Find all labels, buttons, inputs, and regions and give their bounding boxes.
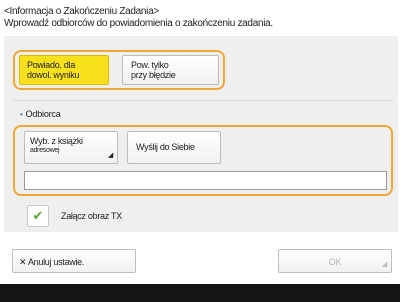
section-divider [13, 100, 393, 101]
address-book-button[interactable]: Wyb. z książki adresowej ◢ [24, 131, 118, 164]
recipient-section-label: • Odbiorca [20, 109, 61, 119]
close-icon: ✕ [19, 257, 27, 267]
notify-on-error-only-button[interactable]: Pow. tylko przy błędzie [122, 55, 219, 85]
page-instruction: Wprowadź odbiorców do powiadomienia o za… [4, 18, 273, 29]
ok-label: OK [328, 257, 342, 267]
notify-on-error-line1: Pow. tylko [131, 60, 169, 70]
ok-button[interactable]: OK ◢ [278, 249, 392, 273]
attach-image-checkbox[interactable]: ✔ [27, 205, 49, 227]
notify-on-any-result-button[interactable]: Powiado. dla dowol. wyniku [19, 55, 109, 85]
bullet-icon: • [20, 110, 23, 119]
notify-on-any-result-line1: Powiado. dla [27, 60, 75, 70]
notify-on-any-result-line2: dowol. wyniku [27, 70, 80, 80]
checkmark-icon: ✔ [32, 208, 44, 223]
address-book-line2: adresowej [30, 147, 60, 154]
corner-arrow-icon: ◢ [381, 261, 387, 268]
attach-image-label: Załącz obraz TX [61, 211, 122, 221]
recipient-address-field[interactable] [24, 171, 387, 190]
send-to-myself-button[interactable]: Wyślij do Siebie [127, 131, 221, 164]
notify-on-error-line2: przy błędzie [131, 70, 176, 80]
cancel-settings-button[interactable]: ✕ Anuluj ustawie. [12, 249, 136, 273]
status-bar [0, 284, 400, 302]
corner-arrow-icon: ◢ [107, 152, 113, 159]
address-book-line1: Wyb. z książki [30, 136, 83, 146]
recipient-section-text: Odbiorca [25, 109, 61, 119]
cancel-settings-label: Anuluj ustawie. [27, 257, 85, 267]
page-title: <Informacja o Zakończeniu Zadania> [4, 6, 159, 17]
